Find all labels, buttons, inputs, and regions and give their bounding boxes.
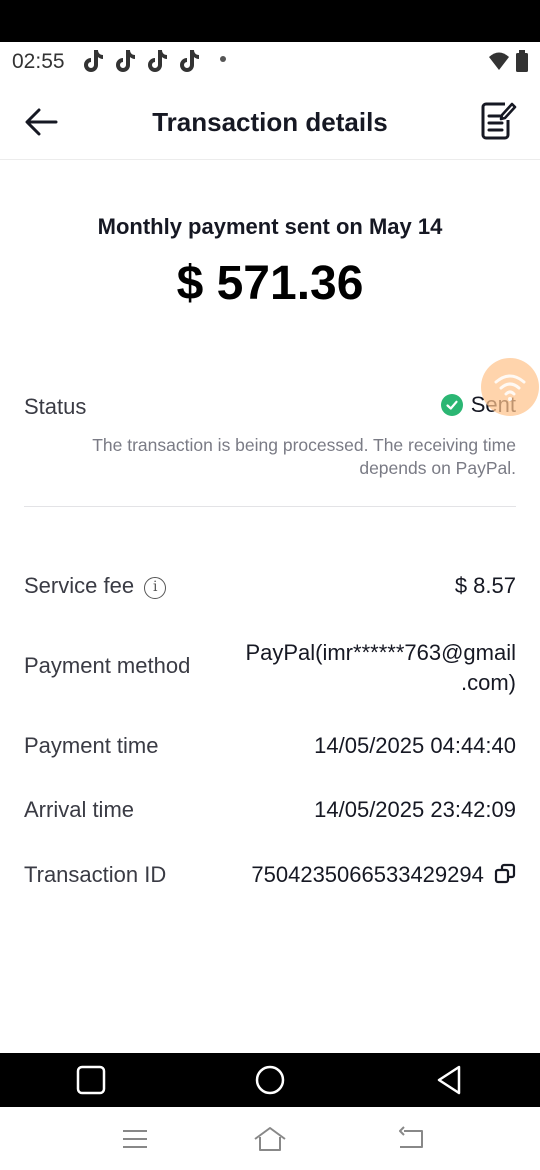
home-outline-icon[interactable] — [253, 1125, 287, 1153]
back-outline-icon[interactable] — [396, 1125, 426, 1153]
payment-method-label: Payment method — [24, 653, 191, 678]
top-black-bar — [0, 0, 540, 42]
tiktok-icon — [180, 50, 199, 72]
payment-time-value: 14/05/2025 04:44:40 — [314, 733, 516, 758]
service-fee-label-text: Service fee — [24, 573, 135, 598]
floating-assistant-button[interactable] — [481, 358, 539, 416]
check-circle-icon — [440, 394, 463, 416]
status-time: 02:55 — [12, 50, 65, 73]
arrival-time-label: Arrival time — [24, 797, 135, 822]
service-fee-value: $ 8.57 — [454, 573, 516, 598]
status-notification-icons — [80, 48, 200, 74]
arrival-time-value: 14/05/2025 23:42:09 — [314, 797, 516, 822]
transaction-id-text: 7504235066533429294 — [251, 862, 484, 887]
copy-icon[interactable] — [494, 863, 516, 885]
recent-apps-icon[interactable] — [75, 1064, 107, 1096]
status-right-icons — [488, 50, 528, 72]
payment-time-label: Payment time — [24, 733, 159, 758]
status-label: Status — [24, 394, 87, 419]
payment-summary-title: Monthly payment sent on May 14 — [97, 214, 443, 239]
status-bar: 02:55 — [0, 42, 540, 82]
status-note: The transaction is being processed. The … — [92, 435, 516, 478]
service-fee-label: Service fee i — [24, 573, 167, 599]
gesture-navigation-bar — [0, 1107, 540, 1170]
payment-method-line2: .com) — [461, 670, 516, 695]
system-navigation-bar — [0, 1053, 540, 1107]
tiktok-icon — [148, 50, 167, 72]
wifi-signal-icon — [494, 374, 526, 401]
wifi-icon — [489, 52, 509, 70]
tiktok-icon — [84, 50, 103, 72]
tiktok-icon — [116, 50, 135, 72]
transaction-id-label: Transaction ID — [24, 862, 167, 887]
header: Transaction details — [0, 82, 540, 160]
back-triangle-icon[interactable] — [433, 1064, 465, 1096]
transaction-id-value: 7504235066533429294 — [251, 862, 516, 888]
payment-method-line1: PayPal(imr******763@gmail — [245, 640, 516, 665]
info-icon[interactable]: i — [144, 577, 167, 599]
notification-dot-icon — [220, 56, 226, 62]
battery-icon — [516, 50, 528, 72]
menu-lines-icon[interactable] — [121, 1125, 149, 1153]
payment-amount: $ 571.36 — [176, 257, 364, 310]
payment-method-value: PayPal(imr******763@gmail .com) — [245, 638, 516, 698]
edit-note-icon[interactable] — [478, 100, 518, 142]
divider — [24, 506, 516, 507]
home-circle-icon[interactable] — [254, 1064, 286, 1096]
page-title: Transaction details — [152, 107, 388, 137]
